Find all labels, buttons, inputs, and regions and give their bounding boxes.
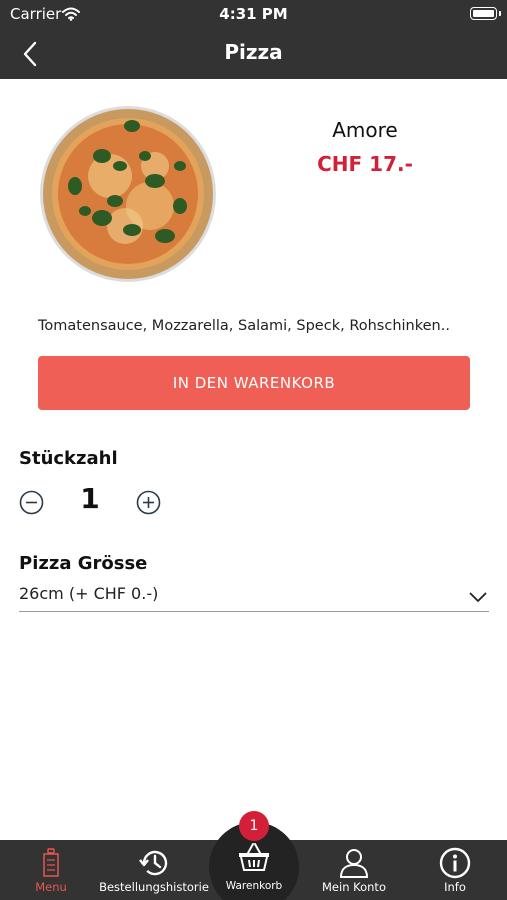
clock: 4:31 PM <box>219 5 288 23</box>
plus-circle-icon <box>136 490 161 515</box>
chevron-down-icon <box>469 588 487 607</box>
quantity-label: Stückzahl <box>19 448 118 469</box>
product-description: Tomatensauce, Mozzarella, Salami, Speck,… <box>38 318 450 334</box>
tab-menu[interactable]: Menu <box>20 840 82 900</box>
size-select[interactable]: 26cm (+ CHF 0.-) <box>19 580 489 612</box>
increase-quantity-button[interactable] <box>136 490 161 515</box>
tab-my-account[interactable]: Mein Konto <box>310 840 398 900</box>
size-label: Pizza Grösse <box>19 553 148 574</box>
tab-menu-label: Menu <box>35 880 67 894</box>
minus-circle-icon <box>19 490 44 515</box>
tab-my-account-label: Mein Konto <box>322 880 386 894</box>
basket-icon <box>238 842 270 876</box>
tab-order-history[interactable]: Bestellungshistorie <box>99 840 209 900</box>
menu-icon <box>41 847 61 879</box>
info-icon <box>439 847 471 879</box>
status-bar: Carrier 4:31 PM <box>0 0 507 28</box>
page-title: Pizza <box>224 40 283 64</box>
add-to-cart-button[interactable]: IN DEN WARENKORB <box>38 356 470 410</box>
pizza-image <box>40 106 216 282</box>
quantity-value: 1 <box>80 482 100 515</box>
user-icon <box>339 847 369 879</box>
decrease-quantity-button[interactable] <box>19 490 44 515</box>
cart-count-badge: 1 <box>239 811 269 841</box>
tab-info-label: Info <box>444 880 466 894</box>
history-icon <box>138 847 170 879</box>
tab-cart-label: Warenkorb <box>225 880 283 892</box>
tab-info[interactable]: Info <box>420 840 490 900</box>
navigation-bar: Pizza <box>0 28 507 79</box>
size-selected-value: 26cm (+ CHF 0.-) <box>19 584 159 603</box>
battery-icon <box>470 7 501 20</box>
product-name: Amore <box>332 118 398 142</box>
product-price: CHF 17.- <box>317 152 413 176</box>
tab-order-history-label: Bestellungshistorie <box>99 880 209 894</box>
